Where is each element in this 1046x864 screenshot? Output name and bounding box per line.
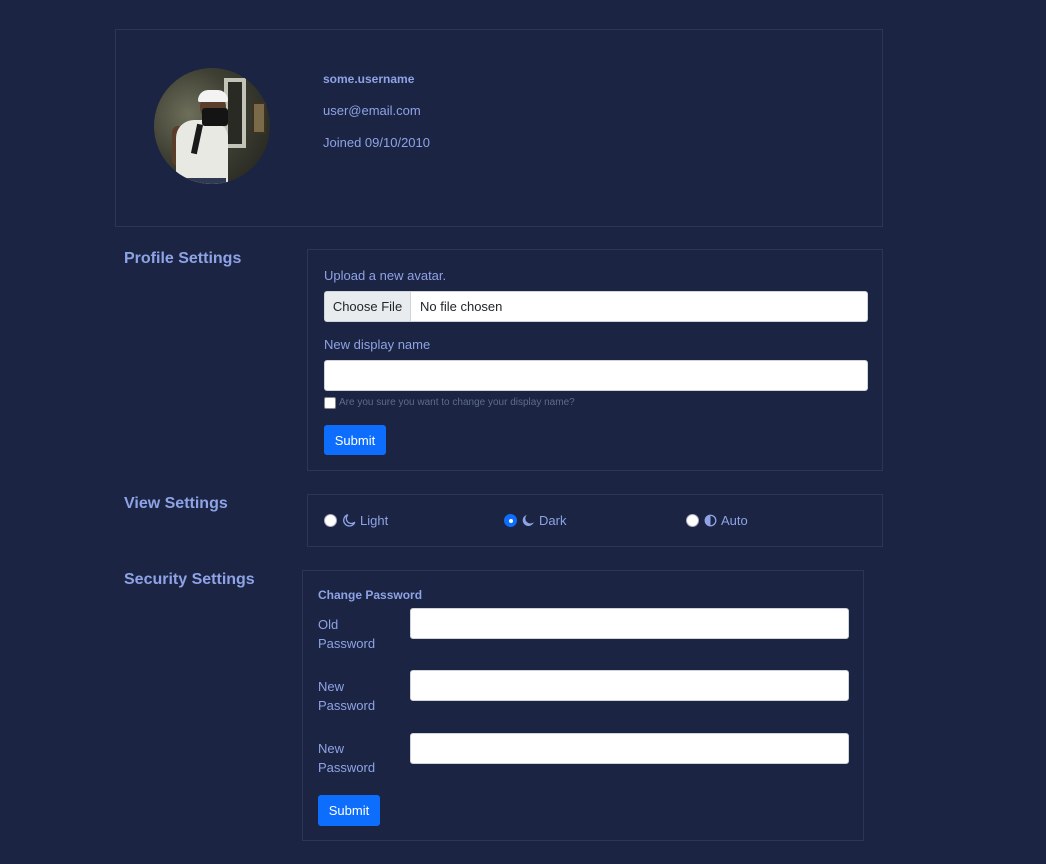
half-circle-icon bbox=[704, 514, 717, 527]
theme-radio-light[interactable] bbox=[324, 514, 337, 527]
theme-label-dark: Dark bbox=[539, 513, 567, 528]
upload-avatar-label: Upload a new avatar. bbox=[324, 268, 447, 283]
profile-settings-title: Profile Settings bbox=[124, 250, 242, 267]
theme-radio-auto[interactable] bbox=[686, 514, 699, 527]
moon-icon bbox=[522, 514, 534, 526]
username: some.username bbox=[323, 72, 415, 86]
moon-icon bbox=[343, 514, 356, 527]
profile-settings-card: Upload a new avatar. Choose File No file… bbox=[307, 249, 883, 471]
user-email: user@email.com bbox=[323, 103, 421, 118]
security-settings-card: Change Password Old Password New Passwor… bbox=[302, 570, 864, 841]
confirm-display-name-note: Are you sure you want to change your dis… bbox=[339, 397, 575, 408]
display-name-input[interactable] bbox=[324, 360, 868, 391]
avatar bbox=[154, 68, 270, 184]
theme-label-light: Light bbox=[360, 513, 389, 528]
display-name-label: New display name bbox=[324, 337, 431, 352]
profile-card: some.username user@email.com Joined 09/1… bbox=[115, 29, 883, 227]
new-password-label: New Password bbox=[318, 679, 376, 713]
theme-option-light[interactable]: Light bbox=[343, 513, 388, 528]
theme-label-auto: Auto bbox=[721, 513, 748, 528]
security-settings-title: Security Settings bbox=[124, 571, 255, 588]
view-settings-title: View Settings bbox=[124, 495, 228, 512]
confirm-display-name-checkbox[interactable] bbox=[324, 397, 336, 409]
avatar-file-input[interactable]: Choose File No file chosen bbox=[324, 291, 868, 322]
new-password-input[interactable] bbox=[410, 670, 849, 701]
password-submit-button[interactable]: Submit bbox=[318, 795, 380, 826]
theme-option-dark[interactable]: Dark bbox=[522, 513, 566, 528]
theme-radio-dark[interactable] bbox=[504, 514, 517, 527]
user-info: some.username user@email.com Joined 09/1… bbox=[323, 72, 430, 168]
change-password-heading: Change Password bbox=[318, 588, 423, 602]
choose-file-button[interactable]: Choose File bbox=[325, 292, 411, 321]
join-date: Joined 09/10/2010 bbox=[323, 135, 430, 150]
theme-option-auto[interactable]: Auto bbox=[704, 513, 748, 528]
old-password-label: Old Password bbox=[318, 617, 376, 651]
confirm-password-label: New Password bbox=[318, 741, 376, 775]
confirm-password-input[interactable] bbox=[410, 733, 849, 764]
view-settings-card: Light Dark Auto bbox=[307, 494, 883, 547]
file-status: No file chosen bbox=[420, 299, 503, 314]
profile-submit-button[interactable]: Submit bbox=[324, 425, 386, 455]
old-password-input[interactable] bbox=[410, 608, 849, 639]
